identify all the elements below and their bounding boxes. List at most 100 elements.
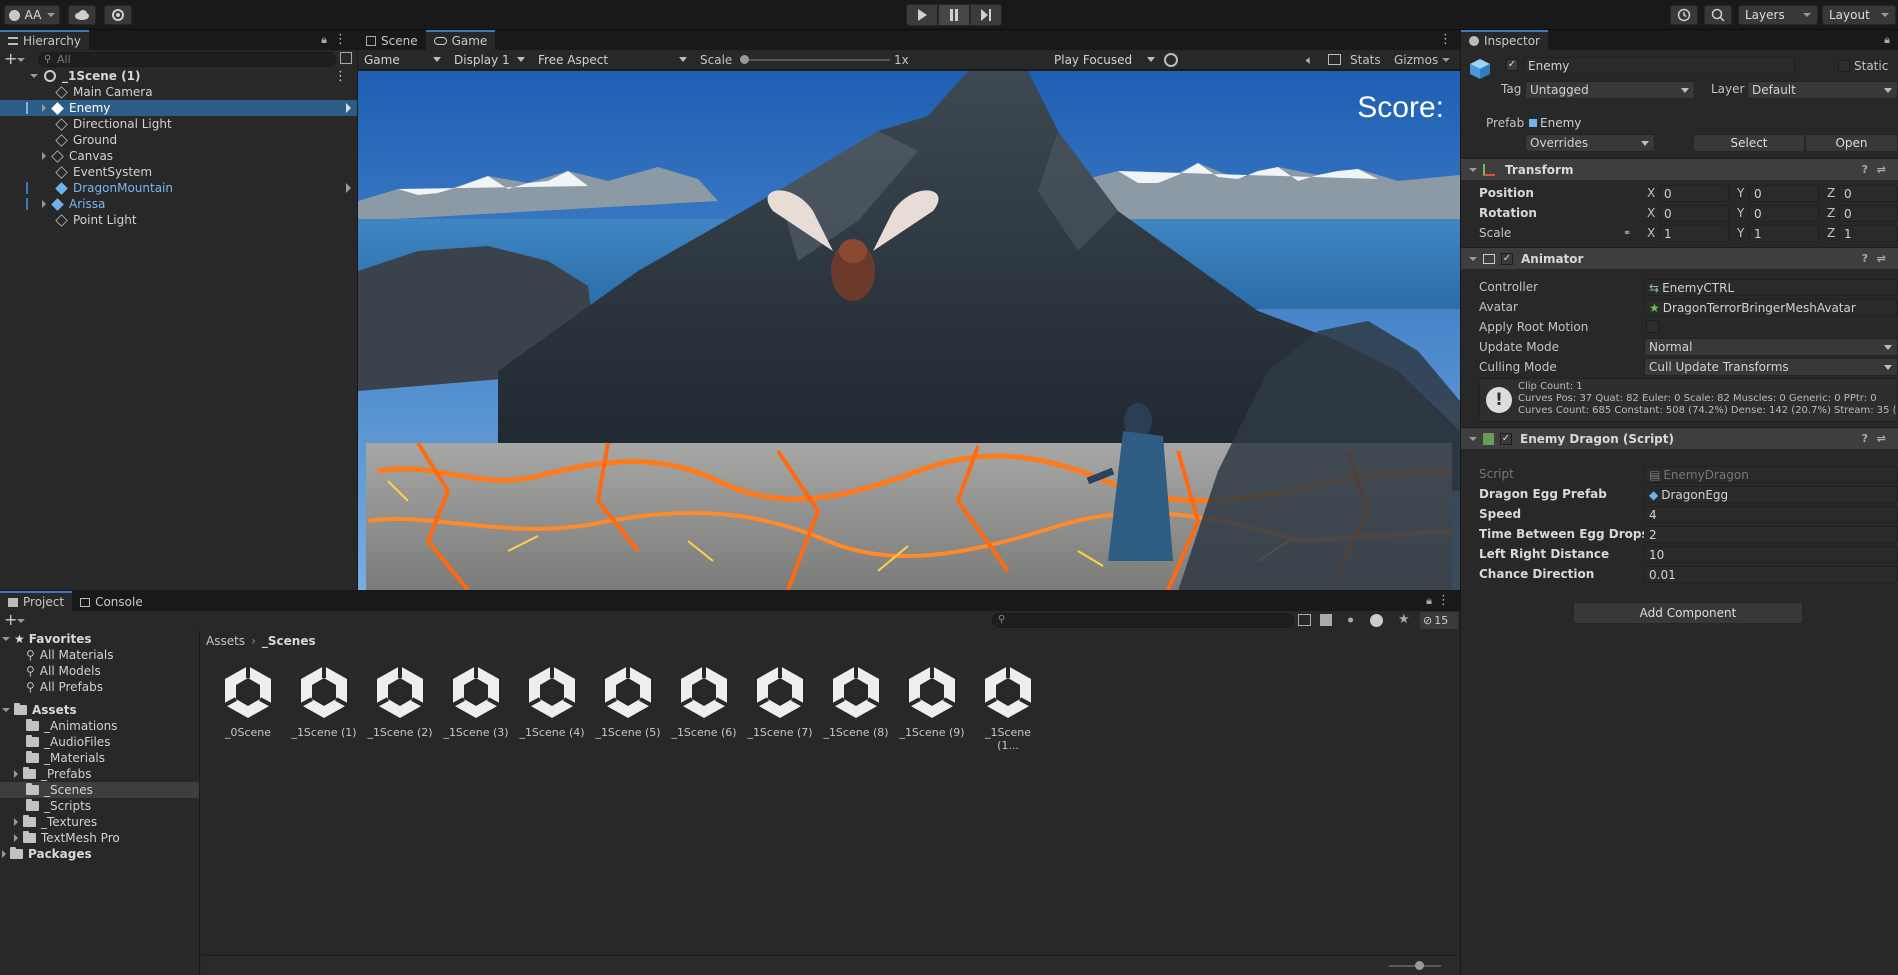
tab-hierarchy[interactable]: Hierarchy (0, 30, 90, 50)
lock-icon[interactable]: 🔒︎ (1426, 594, 1432, 608)
rotation-x-field[interactable]: 0 (1659, 205, 1729, 222)
collab-button[interactable] (104, 5, 132, 25)
folder-textmesh-pro[interactable]: TextMesh Pro (0, 830, 199, 846)
hidden-packages-toggle[interactable]: ⊘ 15 (1420, 612, 1458, 629)
link-icon[interactable]: ⚭ (1623, 228, 1631, 239)
hierarchy-item-enemy[interactable]: Enemy (0, 100, 357, 116)
hierarchy-search-input[interactable]: ⚲ All (38, 52, 336, 67)
star-icon[interactable]: ★ (1398, 612, 1410, 627)
scene-asset[interactable]: _0Scene (213, 664, 283, 739)
more-options-icon[interactable]: ⋮ (334, 69, 347, 84)
settings-icon[interactable]: ⇌ (1877, 163, 1886, 176)
game-mode-dropdown[interactable]: Game (360, 51, 446, 69)
scale-slider-handle[interactable] (740, 55, 749, 64)
scene-asset[interactable]: _1Scene (8) (821, 664, 891, 739)
tab-inspector[interactable]: Inspector (1461, 30, 1548, 50)
stats-button[interactable]: Stats (1350, 53, 1381, 67)
script-header[interactable]: ✓ Enemy Dragon (Script) ? ⇌ (1461, 427, 1898, 449)
tag-dropdown[interactable]: Untagged (1525, 81, 1695, 99)
hierarchy-item-point-light[interactable]: Point Light (0, 212, 357, 228)
prefab-field[interactable]: Enemy (1525, 114, 1898, 131)
game-viewport[interactable]: Score: (358, 71, 1460, 590)
bug-icon[interactable] (1164, 53, 1178, 67)
hierarchy-item-canvas[interactable]: Canvas (0, 148, 357, 164)
scene-asset[interactable]: _1Scene (4) (517, 664, 587, 739)
static-checkbox[interactable] (1838, 60, 1850, 72)
breadcrumb-scenes[interactable]: _Scenes (262, 634, 316, 648)
play-focused-dropdown[interactable]: Play Focused (1050, 51, 1160, 69)
favorite-all-prefabs[interactable]: ⚲ All Prefabs (0, 679, 199, 695)
display-dropdown[interactable]: Display 1 (450, 51, 530, 69)
avatar-field[interactable]: ★ DragonTerrorBringerMeshAvatar (1644, 299, 1898, 316)
hierarchy-item-eventsystem[interactable]: EventSystem (0, 164, 357, 180)
scene-visibility-icon[interactable] (340, 52, 352, 64)
help-icon[interactable]: ? (1862, 163, 1868, 176)
overrides-dropdown[interactable]: Overrides (1525, 134, 1655, 152)
rotation-z-field[interactable]: 0 (1839, 205, 1898, 222)
chevron-right-icon[interactable] (346, 183, 351, 193)
scene-row[interactable]: _1Scene (1) ⋮ (0, 68, 357, 84)
scale-slider-track[interactable] (740, 59, 890, 61)
scene-asset[interactable]: _1Scene (3) (441, 664, 511, 739)
pause-button[interactable] (938, 4, 970, 26)
favorite-all-materials[interactable]: ⚲ All Materials (0, 647, 199, 663)
chevron-down-icon[interactable] (1442, 58, 1450, 62)
lock-icon[interactable]: 🔒︎ (321, 33, 327, 47)
chevron-right-icon[interactable] (346, 103, 351, 113)
left-right-field[interactable]: 10 (1644, 546, 1898, 563)
scene-asset[interactable]: _1Scene (2) (365, 664, 435, 739)
step-button[interactable] (970, 4, 1002, 26)
scale-z-field[interactable]: 1 (1839, 225, 1898, 242)
folder-scripts[interactable]: _Scripts (0, 798, 199, 814)
position-y-field[interactable]: 0 (1749, 185, 1819, 202)
more-options-icon[interactable]: ⋮ (334, 32, 347, 47)
account-button[interactable]: AA (4, 5, 60, 25)
more-options-icon[interactable]: ⋮ (1437, 593, 1450, 608)
add-icon[interactable]: + (4, 49, 17, 68)
settings-icon[interactable]: ⇌ (1877, 252, 1886, 265)
filter-icon[interactable] (1320, 614, 1332, 626)
time-between-field[interactable]: 2 (1644, 526, 1898, 543)
animator-header[interactable]: ✓ Animator ? ⇌ (1461, 247, 1898, 269)
log-filter-icon[interactable] (1370, 614, 1383, 627)
controller-field[interactable]: ⇆ EnemyCTRL (1644, 279, 1898, 296)
help-icon[interactable]: ? (1862, 432, 1868, 445)
chance-direction-field[interactable]: 0.01 (1644, 566, 1898, 583)
layer-dropdown[interactable]: Default (1747, 81, 1898, 99)
label-icon[interactable]: ⚫ (1346, 614, 1355, 627)
scene-asset[interactable]: _1Scene (6) (669, 664, 739, 739)
folder-materials[interactable]: _Materials (0, 750, 199, 766)
speaker-icon[interactable]: 🔈︎ (1306, 53, 1313, 68)
search-button[interactable] (1704, 5, 1732, 25)
enabled-checkbox[interactable]: ✓ (1500, 432, 1512, 445)
update-mode-dropdown[interactable]: Normal (1644, 338, 1898, 356)
object-name-field[interactable]: Enemy (1523, 57, 1795, 74)
assets-row[interactable]: Assets (0, 702, 199, 718)
folder-textures[interactable]: _Textures (0, 814, 199, 830)
folder-audiofiles[interactable]: _AudioFiles (0, 734, 199, 750)
tab-game[interactable]: Game (425, 30, 496, 50)
aspect-dropdown[interactable]: Free Aspect (534, 51, 692, 69)
folder-animations[interactable]: _Animations (0, 718, 199, 734)
lock-icon[interactable]: 🔒︎ (1884, 33, 1890, 47)
icon-size-slider-handle[interactable] (1415, 961, 1424, 970)
transform-header[interactable]: Transform ? ⇌ (1461, 158, 1898, 180)
hierarchy-item-arissa[interactable]: Arissa (0, 196, 357, 212)
folder-prefabs[interactable]: _Prefabs (0, 766, 199, 782)
scale-x-field[interactable]: 1 (1659, 225, 1729, 242)
favorites-row[interactable]: ★ Favorites (0, 631, 199, 647)
add-component-button[interactable]: Add Component (1573, 602, 1803, 624)
hierarchy-item-ground[interactable]: Ground (0, 132, 357, 148)
hierarchy-item-directional-light[interactable]: Directional Light (0, 116, 357, 132)
position-x-field[interactable]: 0 (1659, 185, 1729, 202)
folder-scenes[interactable]: _Scenes (0, 782, 199, 798)
hierarchy-item-main-camera[interactable]: Main Camera (0, 84, 357, 100)
culling-mode-dropdown[interactable]: Cull Update Transforms (1644, 358, 1898, 376)
hierarchy-item-dragonmountain[interactable]: DragonMountain (0, 180, 357, 196)
favorite-all-models[interactable]: ⚲ All Models (0, 663, 199, 679)
open-button[interactable]: Open (1805, 134, 1898, 152)
position-z-field[interactable]: 0 (1839, 185, 1898, 202)
select-button[interactable]: Select (1693, 134, 1805, 152)
layout-dropdown[interactable]: Layout (1822, 5, 1896, 25)
gizmos-button[interactable]: Gizmos (1394, 53, 1438, 67)
